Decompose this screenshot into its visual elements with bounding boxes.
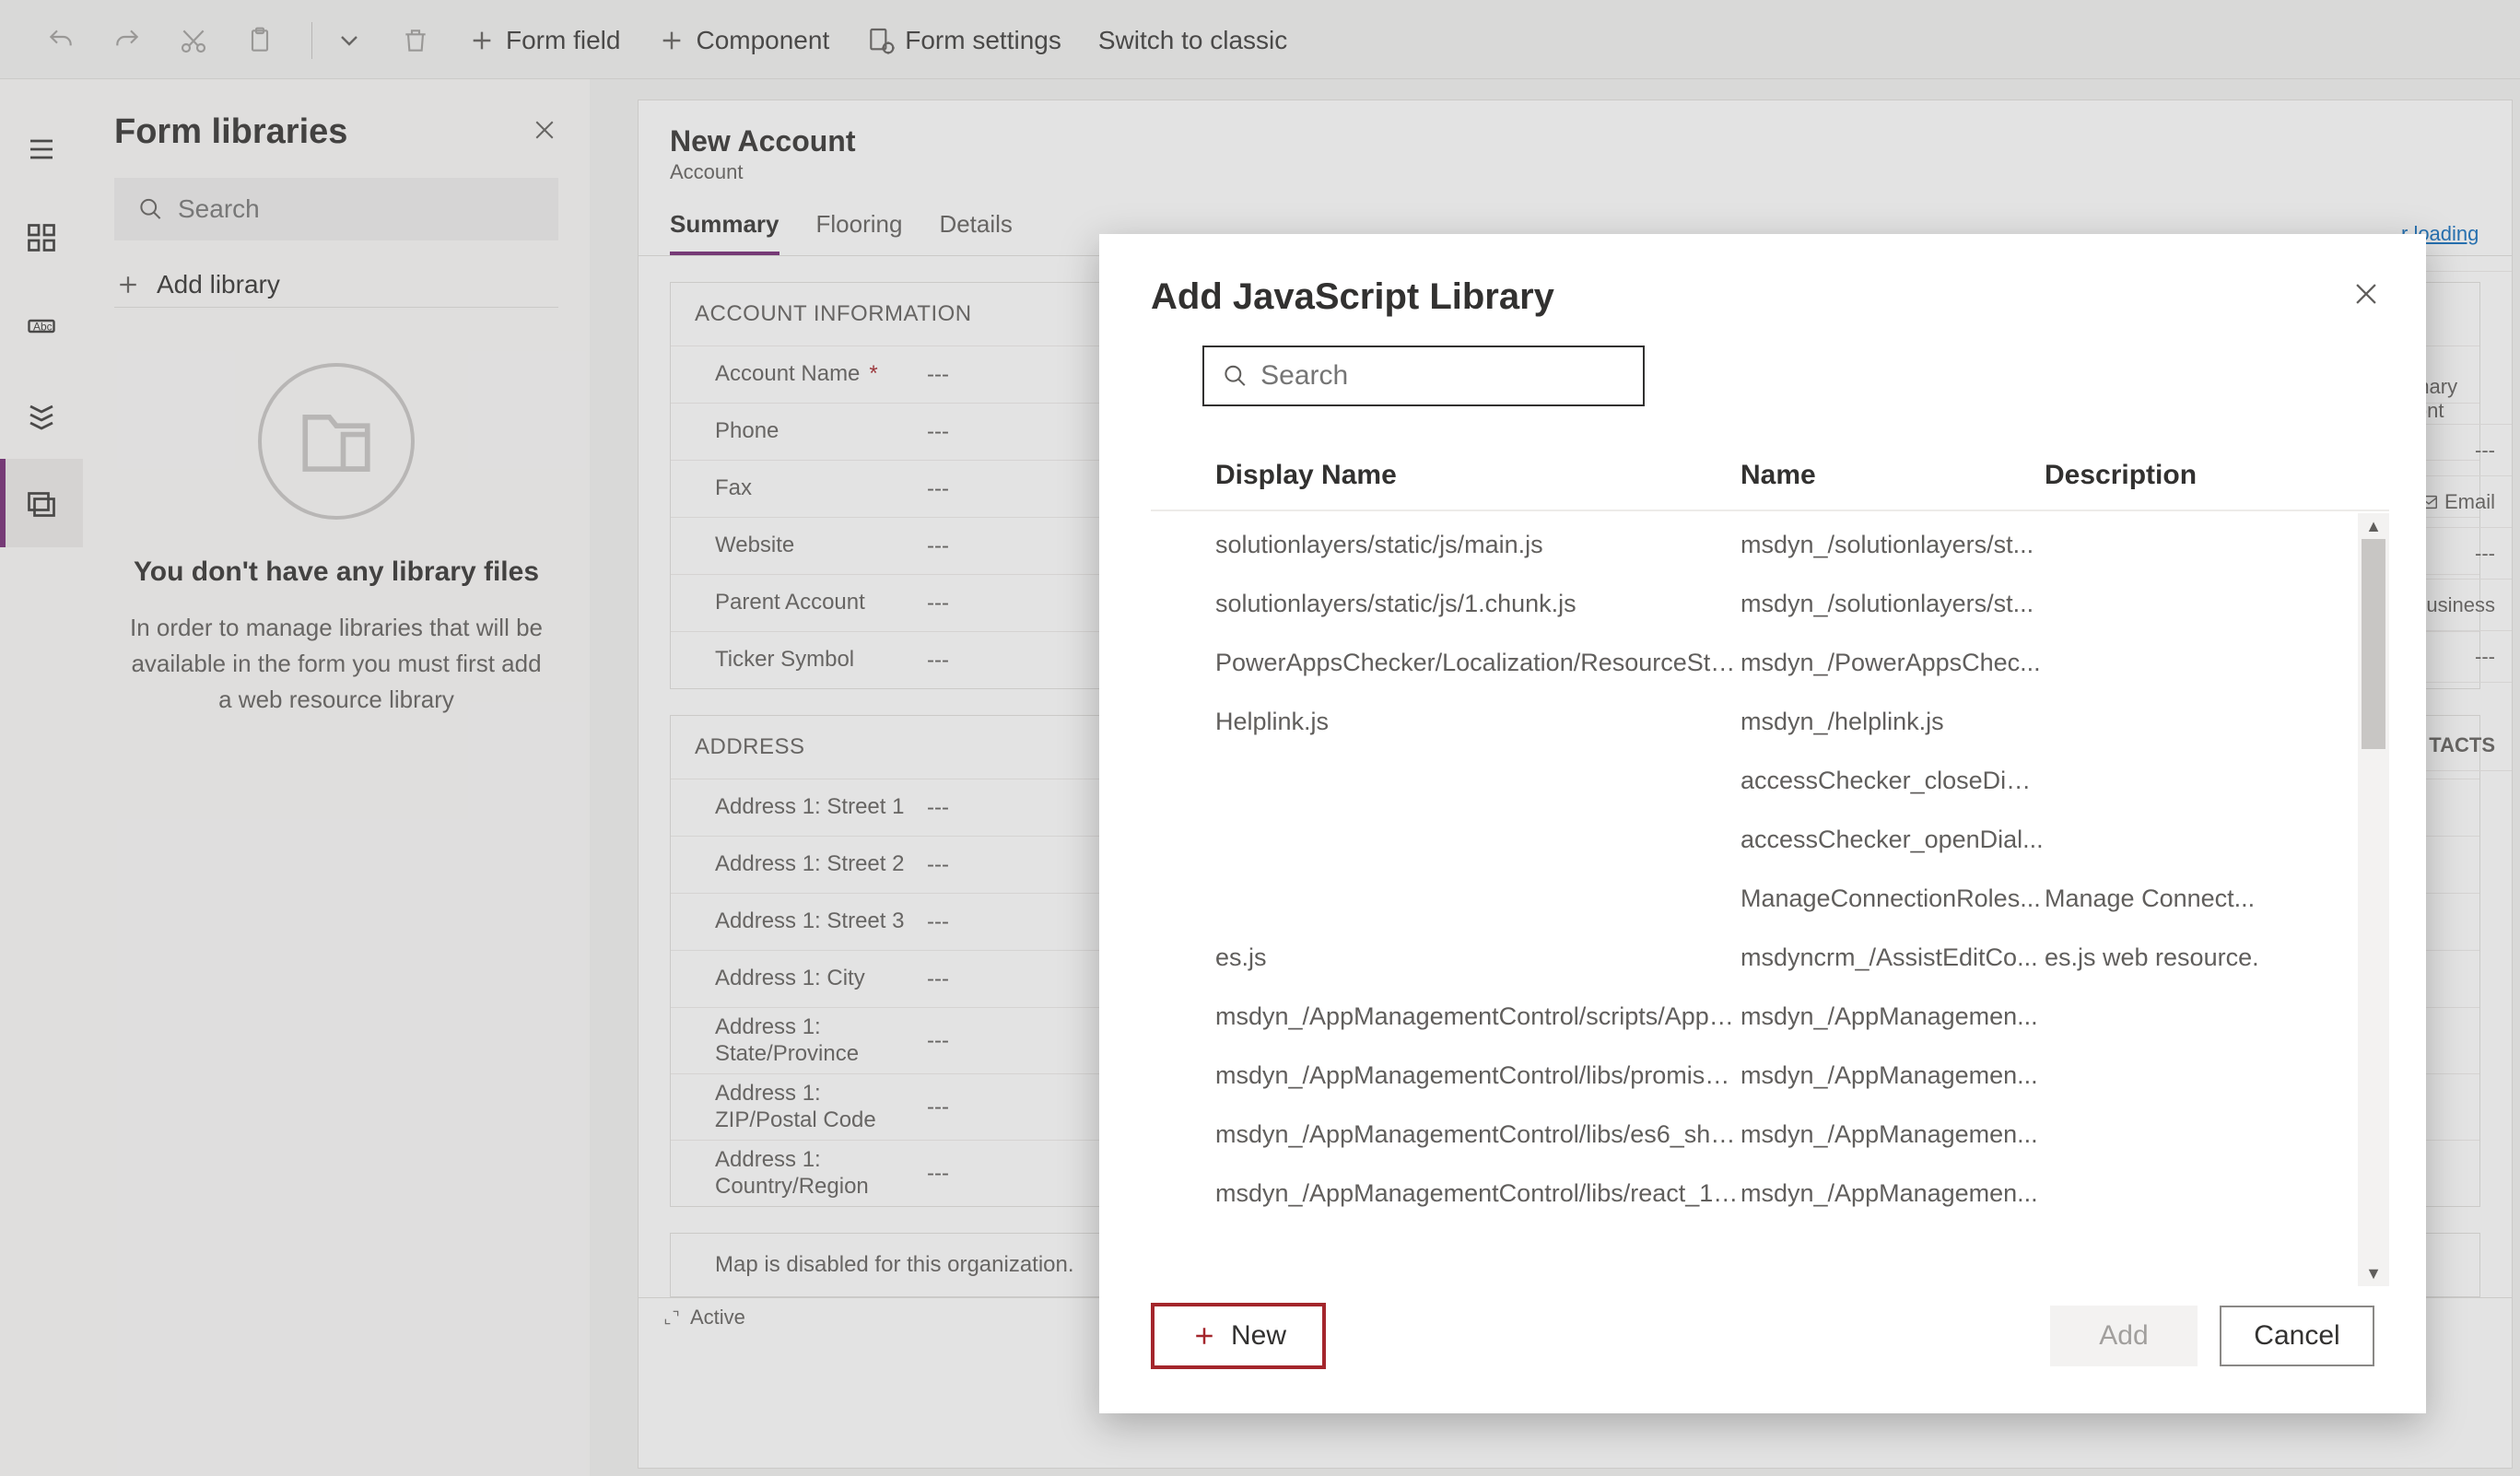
cell-name: msdyn_/AppManagemen...	[1741, 1179, 2045, 1208]
cell-desc: es.js web resource.	[2045, 943, 2352, 972]
cell-name: ManageConnectionRoles...	[1741, 884, 2045, 913]
add-library-dialog: Add JavaScript Library Display Name Name…	[1099, 234, 2426, 1413]
col-display-name[interactable]: Display Name	[1151, 460, 1741, 491]
table-row[interactable]: accessChecker_openDial...	[1151, 810, 2352, 869]
cell-display: msdyn_/AppManagementControl/scripts/AppM…	[1151, 1002, 1741, 1031]
table-row[interactable]: msdyn_/AppManagementControl/scripts/AppM…	[1151, 987, 2352, 1046]
cell-name: msdyn_/AppManagemen...	[1741, 1002, 2045, 1031]
scroll-up-icon[interactable]: ▲	[2358, 513, 2389, 539]
cancel-button[interactable]: Cancel	[2220, 1306, 2374, 1366]
cell-name: accessChecker_closeDial...	[1741, 767, 2045, 795]
table-row[interactable]: msdyn_/AppManagementControl/libs/promise…	[1151, 1046, 2352, 1105]
dialog-title: Add JavaScript Library	[1151, 276, 2374, 318]
new-button-label: New	[1231, 1320, 1286, 1352]
dialog-search[interactable]	[1202, 346, 1645, 406]
cell-name: msdyn_/AppManagemen...	[1741, 1061, 2045, 1090]
table-row[interactable]: es.jsmsdyncrm_/AssistEditCo...es.js web …	[1151, 928, 2352, 987]
cell-name: msdyn_/PowerAppsChec...	[1741, 649, 2045, 677]
table-row[interactable]: solutionlayers/static/js/1.chunk.jsmsdyn…	[1151, 574, 2352, 633]
cell-display: solutionlayers/static/js/main.js	[1151, 531, 1741, 559]
scroll-thumb[interactable]	[2362, 539, 2385, 749]
table-row[interactable]: accessChecker_closeDial...	[1151, 751, 2352, 810]
table-row[interactable]: PowerAppsChecker/Localization/ResourceSt…	[1151, 633, 2352, 692]
col-name[interactable]: Name	[1741, 460, 2045, 491]
new-button[interactable]: New	[1151, 1303, 1326, 1369]
dialog-footer: New Add Cancel	[1099, 1286, 2426, 1413]
scroll-down-icon[interactable]: ▼	[2358, 1260, 2389, 1286]
cell-display: msdyn_/AppManagementControl/libs/react_1…	[1151, 1179, 1741, 1208]
table-row[interactable]: solutionlayers/static/js/main.jsmsdyn_/s…	[1151, 515, 2352, 574]
cell-display: solutionlayers/static/js/1.chunk.js	[1151, 590, 1741, 618]
table-row[interactable]: Helplink.jsmsdyn_/helplink.js	[1151, 692, 2352, 751]
cell-display: msdyn_/AppManagementControl/libs/es6_shi…	[1151, 1120, 1741, 1149]
cell-display: msdyn_/AppManagementControl/libs/promise…	[1151, 1061, 1741, 1090]
table-row[interactable]: ManageConnectionRoles...Manage Connect..…	[1151, 869, 2352, 928]
cell-name: msdyn_/solutionlayers/st...	[1741, 531, 2045, 559]
cell-name: accessChecker_openDial...	[1741, 826, 2045, 854]
col-description[interactable]: Description	[2045, 460, 2389, 491]
dialog-search-input[interactable]	[1260, 360, 1624, 392]
grid-header: Display Name Name Description	[1151, 441, 2389, 511]
library-grid: Display Name Name Description solutionla…	[1151, 441, 2389, 1286]
cell-display: PowerAppsChecker/Localization/ResourceSt…	[1151, 649, 1741, 677]
dialog-close-button[interactable]	[2350, 278, 2382, 314]
cell-name: msdyncrm_/AssistEditCo...	[1741, 943, 2045, 972]
cell-name: msdyn_/helplink.js	[1741, 708, 2045, 736]
cancel-button-label: Cancel	[2254, 1320, 2339, 1352]
cell-name: msdyn_/solutionlayers/st...	[1741, 590, 2045, 618]
plus-icon	[1190, 1322, 1218, 1350]
add-button[interactable]: Add	[2050, 1306, 2198, 1366]
cell-desc: Manage Connect...	[2045, 884, 2352, 913]
grid-scrollbar[interactable]: ▲ ▼	[2358, 513, 2389, 1286]
search-icon	[1223, 362, 1248, 390]
cell-name: msdyn_/AppManagemen...	[1741, 1120, 2045, 1149]
table-row[interactable]: msdyn_/AppManagementControl/libs/es6_shi…	[1151, 1105, 2352, 1164]
cell-display: es.js	[1151, 943, 1741, 972]
table-row[interactable]: msdyn_/AppManagementControl/libs/react_1…	[1151, 1164, 2352, 1223]
cell-display: Helplink.js	[1151, 708, 1741, 736]
add-button-label: Add	[2099, 1320, 2148, 1352]
